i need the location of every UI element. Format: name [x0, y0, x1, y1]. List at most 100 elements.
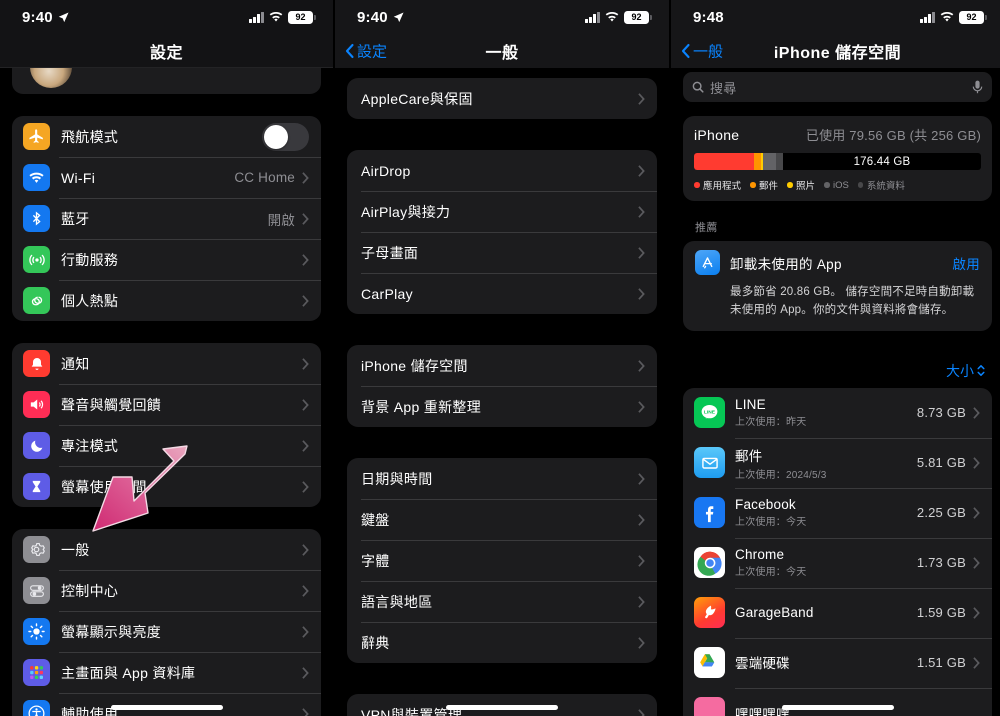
battery-percentage: 92 [295, 11, 306, 22]
cellular-signal-icon [920, 11, 935, 23]
cellular-icon [23, 246, 50, 273]
page-title: 設定 [149, 45, 183, 62]
chevron-right-icon [302, 666, 309, 679]
accessibility-icon [23, 700, 50, 716]
chevron-right-icon [302, 625, 309, 638]
settings-row-general[interactable]: 一般 [12, 529, 321, 570]
general-row-label: 語言與地區 [361, 593, 433, 610]
gear-icon [23, 536, 50, 563]
app-row-chrome[interactable]: Chrome 上次使用：今天 1.73 GB [683, 537, 992, 588]
general-row-language-region[interactable]: 語言與地區 [347, 581, 657, 622]
back-button-label: 設定 [357, 43, 388, 61]
chevron-right-icon [302, 584, 309, 597]
wifi-icon [23, 164, 50, 191]
settings-row-cellular[interactable]: 行動服務 [12, 239, 321, 280]
settings-row-screentime[interactable]: 螢幕使用時間 [12, 466, 321, 507]
line-icon: LINE [694, 397, 725, 429]
profile-card-fragment[interactable] [12, 68, 321, 94]
cellular-signal-icon [249, 11, 264, 23]
general-row-dictionary[interactable]: 辭典 [347, 622, 657, 663]
settings-row-label: 通知 [61, 355, 90, 372]
sort-by-size-button[interactable]: 大小 [946, 361, 985, 381]
recommendation-title: 卸載未使用的 App [730, 256, 842, 272]
settings-row-bluetooth[interactable]: 藍牙 開啟 [12, 198, 321, 239]
settings-row-display[interactable]: 螢幕顯示與亮度 [12, 611, 321, 652]
general-row-airplay[interactable]: AirPlay與接力 [347, 191, 657, 232]
settings-row-label: 藍牙 [61, 210, 90, 227]
app-storage-list: LINE LINE 上次使用：昨天 8.73 GB 郵件 上次使用：2024/5… [683, 387, 992, 716]
enable-button[interactable]: 啟用 [952, 253, 980, 273]
legend-label: 郵件 [759, 181, 779, 192]
sort-control-bar: 大小 [671, 361, 1000, 388]
status-bar: 9:40 92 [0, 0, 333, 34]
general-row-keyboard[interactable]: 鍵盤 [347, 499, 657, 540]
airplane-mode-toggle[interactable] [262, 122, 309, 151]
settings-row-wifi[interactable]: Wi-Fi CC Home [12, 157, 321, 198]
settings-row-label: 專注模式 [61, 437, 119, 454]
settings-scroll-area[interactable]: 飛航模式 Wi-Fi CC Home 藍牙 開啟 行動服務 個人熱點 通知 聲音… [0, 0, 333, 716]
chevron-right-icon [973, 506, 980, 519]
general-row-label: 辭典 [361, 634, 390, 651]
general-scroll-area[interactable]: AppleCare與保固 AirDrop AirPlay與接力 子母畫面 Car… [335, 0, 669, 716]
app-size: 1.73 GB [916, 555, 966, 571]
general-row-airdrop[interactable]: AirDrop [347, 150, 657, 191]
storage-scroll-area[interactable]: 搜尋 iPhone 已使用 79.56 GB (共 256 GB) 176.44… [671, 0, 1000, 716]
microphone-icon[interactable] [972, 80, 983, 94]
general-row-pip[interactable]: 子母畫面 [347, 232, 657, 273]
app-row-garageband[interactable]: GarageBand 1.59 GB [683, 587, 992, 638]
app-row-mail[interactable]: 郵件 上次使用：2024/5/3 5.81 GB [683, 437, 992, 488]
general-row-fonts[interactable]: 字體 [347, 540, 657, 581]
settings-group-connectivity: 飛航模式 Wi-Fi CC Home 藍牙 開啟 行動服務 個人熱點 [12, 116, 321, 321]
app-row-partial[interactable]: 嘿嘿嘿嘿 [683, 687, 992, 716]
clock-label: 9:40 [357, 8, 388, 26]
settings-row-focus[interactable]: 專注模式 [12, 425, 321, 466]
general-row-carplay[interactable]: CarPlay [347, 273, 657, 314]
settings-row-airplane[interactable]: 飛航模式 [12, 116, 321, 157]
legend-item-ios: iOS [824, 178, 849, 192]
location-arrow-icon [393, 11, 404, 22]
general-row-iphone-storage[interactable]: iPhone 儲存空間 [347, 345, 657, 386]
back-button[interactable]: 一般 [681, 41, 723, 62]
settings-row-notifications[interactable]: 通知 [12, 343, 321, 384]
app-name: GarageBand [735, 604, 814, 620]
up-down-chevron-icon [977, 365, 985, 377]
storage-free-label: 176.44 GB [853, 155, 911, 168]
search-input[interactable]: 搜尋 [683, 72, 992, 102]
wifi-icon [605, 11, 619, 22]
page-title: iPhone 儲存空間 [773, 45, 902, 62]
settings-row-control-center[interactable]: 控制中心 [12, 570, 321, 611]
mail-icon [694, 447, 725, 479]
recommendation-card-offload-apps: 卸載未使用的 App 啟用 最多節省 20.86 GB。 儲存空間不足時自動卸載… [683, 241, 992, 331]
device-name: iPhone [694, 127, 740, 143]
general-row-date-time[interactable]: 日期與時間 [347, 458, 657, 499]
app-row-facebook[interactable]: Facebook 上次使用：今天 2.25 GB [683, 487, 992, 538]
settings-row-hotspot[interactable]: 個人熱點 [12, 280, 321, 321]
app-name: LINE [735, 397, 766, 413]
settings-row-sound[interactable]: 聲音與觸覺回饋 [12, 384, 321, 425]
chevron-right-icon [973, 656, 980, 669]
general-row-label: 鍵盤 [361, 511, 390, 528]
app-info: GarageBand [735, 605, 917, 621]
general-row-applecare[interactable]: AppleCare與保固 [347, 78, 657, 119]
app-row-google-drive[interactable]: 雲端硬碟 1.51 GB [683, 637, 992, 688]
storage-summary-card: iPhone 已使用 79.56 GB (共 256 GB) 176.44 GB… [683, 116, 992, 201]
chevron-right-icon [638, 636, 645, 649]
general-group-airdrop: AirDrop AirPlay與接力 子母畫面 CarPlay [347, 150, 657, 314]
chevron-right-icon [638, 92, 645, 105]
status-bar-indicators: 92 [249, 10, 316, 24]
battery-indicator: 92 [959, 10, 987, 24]
chevron-right-icon [638, 708, 645, 716]
app-row-line[interactable]: LINE LINE 上次使用：昨天 8.73 GB [683, 388, 992, 438]
app-info: Facebook 上次使用：今天 [735, 497, 917, 528]
app-name: Facebook [735, 497, 796, 513]
chevron-right-icon [638, 513, 645, 526]
settings-row-home-screen[interactable]: 主畫面與 App 資料庫 [12, 652, 321, 693]
chevron-right-icon [973, 406, 980, 419]
back-button[interactable]: 設定 [345, 41, 387, 62]
storage-summary-header: iPhone 已使用 79.56 GB (共 256 GB) [694, 125, 981, 144]
svg-text:LINE: LINE [704, 410, 716, 416]
status-bar: 9:48 92 [671, 0, 1000, 34]
chevron-right-icon [638, 164, 645, 177]
general-row-background-refresh[interactable]: 背景 App 重新整理 [347, 386, 657, 427]
chevron-right-icon [638, 246, 645, 259]
